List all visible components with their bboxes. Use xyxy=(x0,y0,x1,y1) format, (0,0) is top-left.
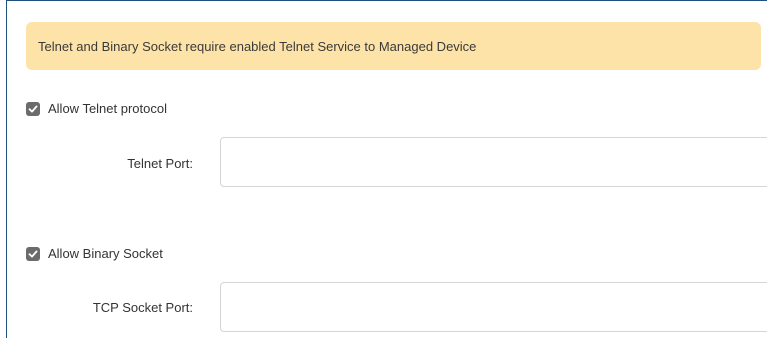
allow-binary-socket-label: Allow Binary Socket xyxy=(48,246,163,261)
checkmark-icon xyxy=(28,105,38,112)
telnet-info-alert: Telnet and Binary Socket require enabled… xyxy=(26,22,761,70)
tcp-socket-port-label: TCP Socket Port: xyxy=(92,300,193,315)
telnet-port-input[interactable] xyxy=(220,137,767,187)
tcp-socket-port-input[interactable] xyxy=(220,282,767,332)
panel-top-border xyxy=(6,0,767,1)
allow-telnet-checkbox[interactable] xyxy=(26,101,40,116)
allow-telnet-row[interactable]: Allow Telnet protocol xyxy=(26,101,167,116)
allow-binary-socket-checkbox[interactable] xyxy=(26,246,40,261)
telnet-port-label: Telnet Port: xyxy=(127,156,193,171)
allow-telnet-label: Allow Telnet protocol xyxy=(48,101,167,116)
panel-left-border xyxy=(6,0,7,338)
allow-binary-socket-row[interactable]: Allow Binary Socket xyxy=(26,246,163,261)
alert-text: Telnet and Binary Socket require enabled… xyxy=(38,38,477,54)
checkmark-icon xyxy=(28,250,38,257)
